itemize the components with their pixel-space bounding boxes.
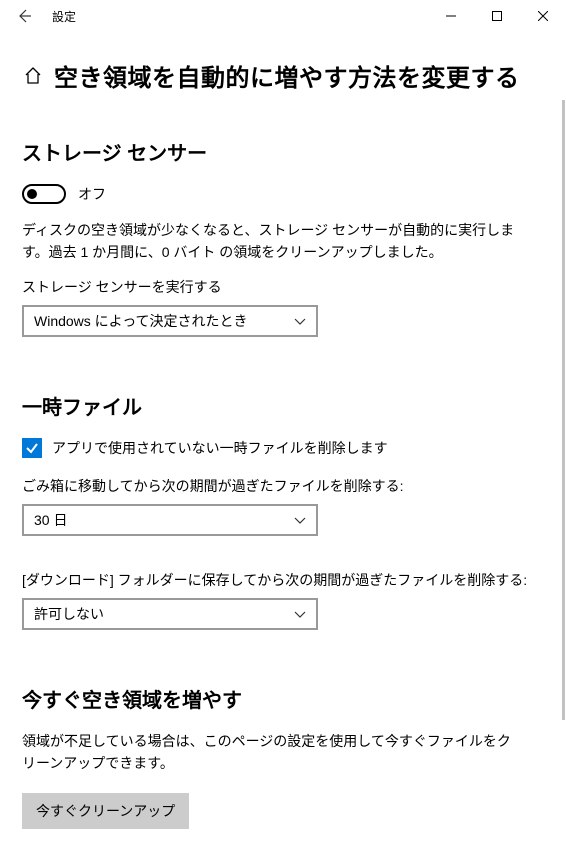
clean-now-button[interactable]: 今すぐクリーンアップ	[22, 793, 189, 829]
storage-sense-toggle-row: オフ	[22, 184, 544, 204]
page-title: 空き領域を自動的に増やす方法を変更する	[54, 58, 520, 93]
storage-sense-description: ディスクの空き領域が少なくなると、ストレージ センサーが自動的に実行します。過去…	[22, 220, 522, 263]
temp-files-delete-label: アプリで使用されていない一時ファイルを削除します	[52, 438, 388, 458]
scrollbar[interactable]	[561, 100, 566, 760]
window-controls	[428, 0, 566, 32]
downloads-dropdown[interactable]: 許可しない	[22, 598, 318, 630]
chevron-down-icon	[294, 313, 306, 329]
chevron-down-icon	[294, 512, 306, 528]
checkmark-icon	[25, 441, 39, 455]
dropdown-value: 30 日	[34, 510, 67, 530]
chevron-down-icon	[294, 606, 306, 622]
page-header: 空き領域を自動的に増やす方法を変更する	[22, 58, 544, 93]
free-now-description: 領域が不足している場合は、このページの設定を使用して今すぐファイルをクリーンアッ…	[22, 731, 522, 774]
storage-sense-heading: ストレージ センサー	[22, 137, 544, 166]
storage-sense-toggle-label: オフ	[78, 184, 106, 204]
home-icon	[23, 66, 43, 86]
maximize-button[interactable]	[474, 0, 520, 32]
window-title: 設定	[52, 8, 76, 25]
recycle-bin-dropdown[interactable]: 30 日	[22, 504, 318, 536]
maximize-icon	[492, 11, 502, 21]
titlebar: 設定	[0, 0, 566, 32]
back-button[interactable]	[8, 0, 40, 32]
home-button[interactable]	[22, 65, 44, 87]
temp-files-heading: 一時ファイル	[22, 391, 544, 420]
storage-sense-toggle[interactable]	[22, 184, 66, 204]
storage-sense-run-label: ストレージ センサーを実行する	[22, 277, 544, 297]
content-area: 空き領域を自動的に増やす方法を変更する ストレージ センサー オフ ディスクの空…	[0, 32, 566, 849]
temp-files-delete-row: アプリで使用されていない一時ファイルを削除します	[22, 438, 544, 458]
back-arrow-icon	[16, 8, 32, 24]
free-now-heading: 今すぐ空き領域を増やす	[22, 684, 544, 713]
temp-files-delete-checkbox[interactable]	[22, 438, 42, 458]
recycle-bin-label: ごみ箱に移動してから次の期間が過ぎたファイルを削除する:	[22, 476, 544, 496]
toggle-knob	[27, 189, 37, 199]
minimize-button[interactable]	[428, 0, 474, 32]
dropdown-value: 許可しない	[34, 604, 104, 624]
minimize-icon	[446, 11, 456, 21]
scrollbar-thumb[interactable]	[562, 100, 565, 720]
storage-sense-run-dropdown[interactable]: Windows によって決定されたとき	[22, 305, 318, 337]
downloads-label: [ダウンロード] フォルダーに保存してから次の期間が過ぎたファイルを削除する:	[22, 570, 544, 590]
close-icon	[538, 11, 548, 21]
dropdown-value: Windows によって決定されたとき	[34, 311, 248, 331]
close-button[interactable]	[520, 0, 566, 32]
